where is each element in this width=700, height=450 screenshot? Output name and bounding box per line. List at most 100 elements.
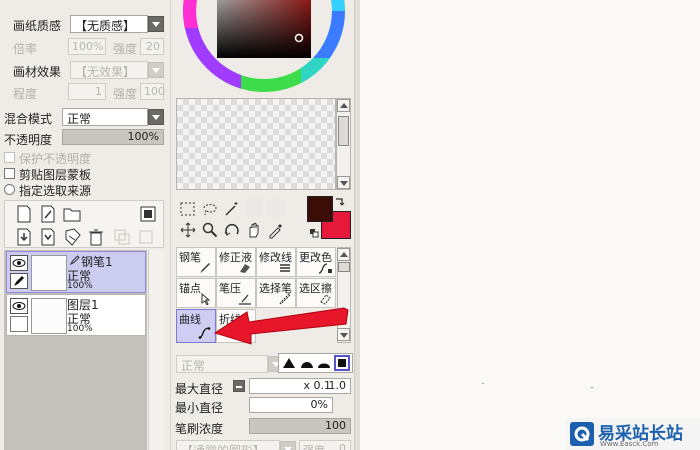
strength-label: 强度 <box>113 42 138 56</box>
pen-icon <box>200 263 210 273</box>
preview-scroll-up[interactable] <box>337 99 350 112</box>
clear-layer-icon[interactable] <box>62 227 82 247</box>
layer-thumbnail <box>31 298 67 334</box>
merge-visible-icon <box>114 229 130 245</box>
primary-color-swatch[interactable] <box>307 196 333 222</box>
curve-icon <box>198 327 211 339</box>
brush-density-value: 100 <box>325 419 346 432</box>
brush-shape-round-icon[interactable] <box>300 356 314 370</box>
material-effect-dropdown-icon[interactable] <box>148 62 164 78</box>
anchor-icon <box>201 293 211 305</box>
canvas-area[interactable] <box>360 0 700 450</box>
brush-texture-strength-value: 0 <box>339 442 346 450</box>
swap-colors-icon[interactable] <box>334 196 346 208</box>
layer-visibility-eye-icon[interactable] <box>10 298 28 314</box>
brush-shape-sharp-icon[interactable] <box>282 356 296 370</box>
layer-edit-toggle[interactable] <box>10 316 28 332</box>
opacity-label: 不透明度 <box>4 133 53 147</box>
ratio-field: 100% <box>68 38 106 55</box>
layer-edit-pen-icon[interactable] <box>10 273 28 289</box>
max-diameter-value: 1.0 <box>328 379 347 392</box>
selection-source-label: 指定选取来源 <box>19 184 92 198</box>
max-diameter-slider[interactable]: x 0.1 1.0 <box>249 378 351 394</box>
degree-field: 1 <box>68 83 106 100</box>
brush-density-slider[interactable]: 100 <box>249 418 351 434</box>
tool-anchor[interactable]: 锚点 <box>176 278 216 308</box>
tool-change-color[interactable]: 更改色 <box>296 247 336 277</box>
protect-opacity-checkbox[interactable] <box>4 152 15 163</box>
zoom-icon[interactable] <box>201 221 219 239</box>
brush-shape-soft-icon[interactable] <box>317 356 331 370</box>
preview-scroll-down[interactable] <box>337 176 350 189</box>
empty-tool-slot <box>267 199 285 217</box>
rect-select-icon[interactable] <box>179 200 197 218</box>
canvas-dot <box>591 387 593 388</box>
protect-opacity-label: 保护不透明度 <box>19 152 92 166</box>
clip-layer-label: 剪贴图层蒙板 <box>19 168 92 182</box>
preview-scroll-thumb[interactable] <box>338 116 349 146</box>
tool-pen[interactable]: 钢笔 <box>176 247 216 277</box>
brush-shape-flat-selected[interactable] <box>334 355 350 371</box>
blend-mode-combo[interactable]: 正常 <box>62 108 148 126</box>
empty-tool-slot <box>245 199 263 217</box>
clip-layer-checkbox[interactable] <box>4 168 15 179</box>
layer-opacity: 100% <box>67 281 93 291</box>
max-diameter-label: 最大直径 <box>175 382 224 396</box>
lasso-icon[interactable] <box>201 200 219 218</box>
new-layer-icon[interactable] <box>14 204 34 224</box>
degree-label: 程度 <box>13 87 38 101</box>
brush-mode-combo[interactable]: 正常 <box>176 355 268 373</box>
layer-row-layer1[interactable]: 图层1 正常 100% <box>6 294 146 336</box>
tool-curve[interactable]: 曲线 <box>176 309 216 343</box>
paper-texture-dropdown-icon[interactable] <box>148 16 164 32</box>
min-diameter-slider[interactable]: 0% <box>249 397 333 413</box>
tool-scroll-thumb[interactable] <box>338 262 350 272</box>
flatten-image-icon <box>139 230 153 244</box>
left-panel: 画纸质感 【无质感】 倍率 100% 强度 20 画材效果 【无效果】 程度 1… <box>0 0 170 450</box>
strength-field: 20 <box>140 38 164 55</box>
new-linework-layer-icon[interactable] <box>38 204 58 224</box>
material-effect-label: 画材效果 <box>13 65 62 79</box>
blend-mode-dropdown-icon[interactable] <box>148 109 164 125</box>
layer-row-pen1[interactable]: 钢笔1 正常 100% <box>6 251 146 293</box>
magic-wand-icon[interactable] <box>223 200 241 218</box>
layer-scrollbar[interactable] <box>148 250 164 450</box>
max-diameter-menu-button[interactable] <box>233 380 245 392</box>
layer-visibility-eye-icon[interactable] <box>10 255 28 271</box>
move-icon[interactable] <box>179 221 197 239</box>
layer-thumbnail <box>31 255 67 291</box>
opacity-value: 100% <box>127 130 159 143</box>
pen-layer-icon <box>69 255 80 266</box>
hand-icon[interactable] <box>245 221 263 239</box>
material-effect-combo[interactable]: 【无效果】 <box>70 61 148 79</box>
delete-layer-icon[interactable] <box>86 227 106 247</box>
tool-scroll-up[interactable] <box>337 248 350 261</box>
brush-texture-dropdown-icon[interactable] <box>280 441 296 450</box>
transfer-down-icon[interactable] <box>14 227 34 247</box>
correction-fluid-icon <box>240 264 250 273</box>
color-wheel[interactable] <box>181 0 347 94</box>
merge-down-icon[interactable] <box>38 227 58 247</box>
brush-texture-strength-label: 强度 <box>303 444 325 450</box>
brush-texture-combo[interactable]: 【通常的圆形】 <box>176 440 280 450</box>
edit-line-icon <box>280 264 290 272</box>
new-folder-icon[interactable] <box>62 204 82 224</box>
tool-edit-line[interactable]: 修改线 <box>256 247 296 277</box>
min-diameter-value: 0% <box>310 398 328 411</box>
max-diameter-multiplier: x 0.1 <box>303 379 332 392</box>
reset-colors-icon[interactable] <box>309 228 319 238</box>
brush-density-label: 笔刷浓度 <box>175 422 224 436</box>
canvas-dot <box>482 383 484 384</box>
strength2-field: 100 <box>140 83 165 100</box>
selection-source-radio[interactable] <box>4 184 15 195</box>
tool-correction-fluid[interactable]: 修正液 <box>216 247 256 277</box>
watermark: 易采站长站 Www.Easck.Com <box>566 418 700 450</box>
rotate-icon[interactable] <box>223 221 241 239</box>
paper-texture-label: 画纸质感 <box>13 19 62 33</box>
strength2-label: 强度 <box>113 87 138 101</box>
annotation-arrow-icon <box>213 307 349 345</box>
layer-mask-icon[interactable] <box>138 204 158 224</box>
opacity-slider[interactable]: 100% <box>62 129 164 145</box>
paper-texture-combo[interactable]: 【无质感】 <box>70 15 148 33</box>
eyedropper-icon[interactable] <box>267 221 285 239</box>
